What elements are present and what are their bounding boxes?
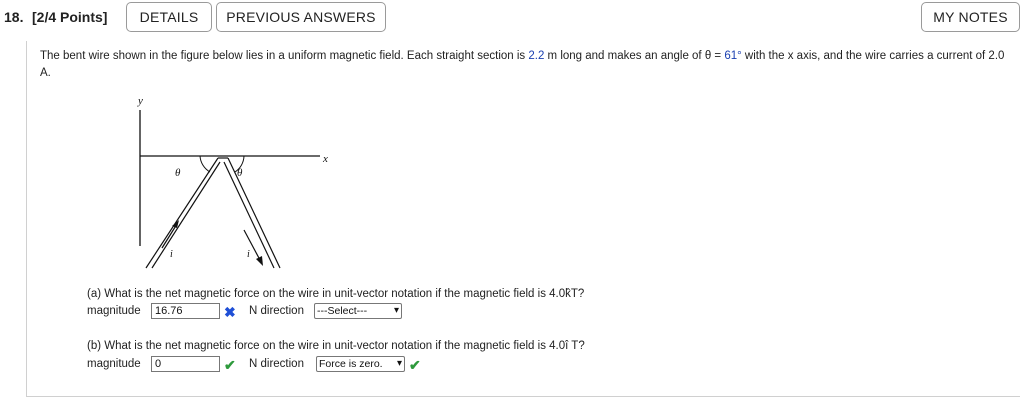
part-b-question: (b) What is the net magnetic force on th… bbox=[87, 340, 585, 352]
part-b-direction-value: Force is zero. bbox=[319, 358, 383, 370]
chevron-down-icon: ▾ bbox=[396, 358, 402, 369]
problem-statement: The bent wire shown in the figure below … bbox=[40, 48, 1015, 82]
part-a-question: (a) What is the net magnetic force on th… bbox=[87, 288, 585, 300]
part-a-direction-label: N direction bbox=[249, 305, 304, 317]
details-button[interactable]: DETAILS bbox=[126, 2, 212, 32]
part-b-correct-icon: ✔ bbox=[224, 357, 236, 373]
part-b-direction-select[interactable]: Force is zero. ▾ bbox=[316, 356, 405, 372]
problem-text-1: The bent wire shown in the figure below … bbox=[40, 50, 529, 62]
current-right-label: i bbox=[247, 249, 250, 260]
wire-left-inner bbox=[151, 161, 221, 269]
length-value: 2.2 bbox=[528, 50, 545, 62]
wire-left-outer bbox=[145, 157, 219, 269]
problem-text-2: m long and makes an angle of θ = bbox=[544, 50, 725, 62]
bent-wire-figure: y x θ θ i i bbox=[137, 96, 328, 269]
part-a-magnitude-input[interactable]: 16.76 bbox=[151, 303, 220, 319]
part-a-incorrect-icon: ✖ bbox=[224, 304, 236, 320]
current-arrow-left bbox=[161, 223, 178, 249]
part-a-magnitude-label: magnitude bbox=[87, 305, 141, 317]
part-b-direction-correct-icon: ✔ bbox=[409, 357, 421, 373]
theta-left-label: θ bbox=[175, 167, 181, 179]
my-notes-button[interactable]: MY NOTES bbox=[921, 2, 1020, 32]
angle-value: 61° bbox=[724, 50, 742, 62]
current-arrowhead-right bbox=[256, 256, 263, 266]
part-a-direction-value: ---Select--- bbox=[317, 305, 368, 317]
previous-answers-button[interactable]: PREVIOUS ANSWERS bbox=[216, 2, 386, 32]
part-a-direction-select[interactable]: ---Select--- ▾ bbox=[314, 303, 402, 319]
wire-right-outer bbox=[227, 157, 281, 269]
chevron-down-icon: ▾ bbox=[393, 305, 399, 316]
question-header: 18. [2/4 Points] DETAILS PREVIOUS ANSWER… bbox=[0, 0, 1024, 36]
part-b-direction-label: N direction bbox=[249, 358, 304, 370]
theta-arc-left bbox=[199, 155, 211, 173]
part-b-magnitude-label: magnitude bbox=[87, 358, 141, 370]
question-points: [2/4 Points] bbox=[32, 9, 108, 25]
question-number: 18. bbox=[4, 9, 24, 25]
current-left-label: i bbox=[170, 249, 173, 260]
part-b-magnitude-input[interactable]: 0 bbox=[151, 356, 220, 372]
y-axis-label: y bbox=[137, 96, 143, 107]
x-axis-label: x bbox=[322, 153, 328, 165]
theta-right-label: θ bbox=[237, 167, 243, 179]
